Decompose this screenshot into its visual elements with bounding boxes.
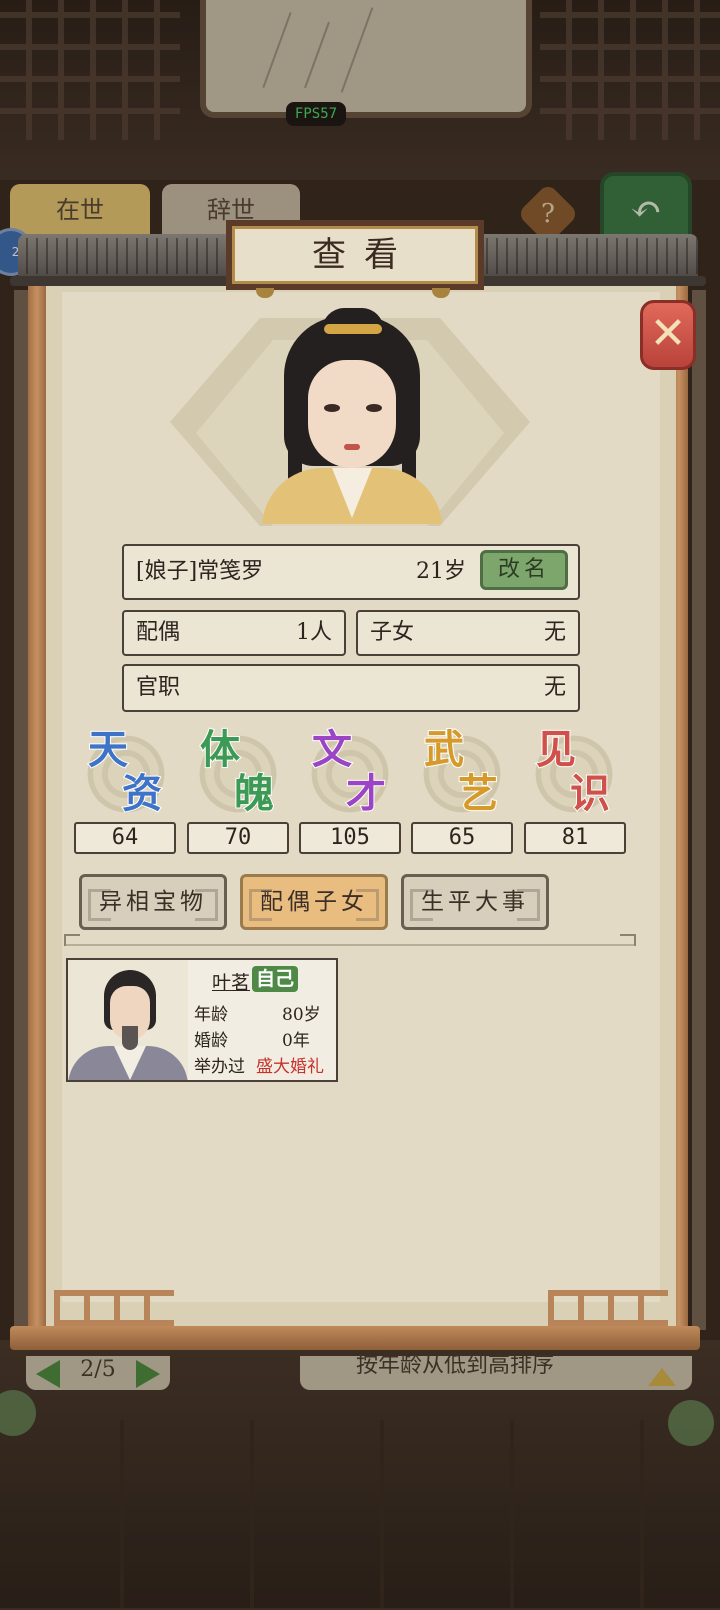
stat-char: 资 [121,770,163,817]
tab-spouse-children[interactable]: 配偶子女 [240,874,388,930]
rename-button[interactable]: 改名 [480,550,568,590]
marriage-years-row: 婚龄 0年 [194,1026,310,1051]
held-label: 举办过 [194,1057,245,1077]
spouse-label: 配偶 [136,620,181,645]
stat-char: 天 [87,726,129,773]
children-value: 无 [543,620,566,645]
stat-value-physique: 70 [187,822,289,854]
spouse-card[interactable]: 叶茗 自己 年龄 80岁 婚龄 0年 举办过 盛大婚礼 [66,958,338,1082]
held-value: 盛大婚礼 [256,1057,324,1077]
stat-char: 体 [199,726,241,773]
tab-treasures[interactable]: 异相宝物 [79,874,227,930]
office-label: 官职 [136,675,181,700]
stat-char: 魄 [233,770,275,817]
scroll-pillar-left [28,286,46,1336]
title-plaque: 查看 [226,220,484,290]
children-row: 子女 无 [356,610,580,656]
stat-char: 武 [423,726,465,773]
children-label: 子女 [370,620,415,645]
stat-aptitude: 天 资 [74,726,178,822]
stat-char: 文 [311,726,353,773]
marriage-label: 婚龄 [194,1031,228,1051]
character-age: 21岁 [416,559,466,584]
marriage-value: 0年 [282,1031,310,1051]
stat-literary: 文 才 [298,726,402,822]
divider-hook [64,934,80,946]
stat-value-literary: 105 [299,822,401,854]
wedding-held-row: 举办过 盛大婚礼 [194,1052,324,1077]
stat-char: 识 [569,770,611,817]
character-name: [娘子]常笺罗 [136,559,264,584]
avatar [68,960,188,1080]
character-portrait [262,306,442,524]
close-button[interactable]: ✕ [640,300,696,370]
office-row: 官职 无 [122,664,580,712]
stat-value-aptitude: 64 [74,822,176,854]
spouse-count-row: 配偶 1人 [122,610,346,656]
spouse-name: 叶茗 [212,972,251,994]
stat-value-knowledge: 81 [524,822,626,854]
stat-char: 才 [345,770,387,817]
self-badge: 自己 [252,966,298,992]
stat-char: 见 [535,726,577,773]
divider-hook [620,934,636,946]
stat-physique: 体 魄 [186,726,290,822]
tab-life-events[interactable]: 生平大事 [401,874,549,930]
scroll-base [10,1326,700,1350]
stat-value-martial: 65 [411,822,513,854]
office-value: 无 [543,675,566,700]
railing-left [54,1290,174,1326]
stat-knowledge: 见 识 [522,726,626,822]
spouse-count: 1人 [296,620,332,645]
section-divider [64,944,636,946]
age-label: 年龄 [194,1005,228,1025]
age-value: 80岁 [282,1005,321,1025]
stat-char: 艺 [457,770,499,817]
stat-martial: 武 艺 [410,726,514,822]
modal-title: 查看 [312,235,416,275]
spouse-age-row: 年龄 80岁 [194,1000,321,1025]
close-icon: ✕ [649,308,687,359]
railing-right [548,1290,668,1326]
